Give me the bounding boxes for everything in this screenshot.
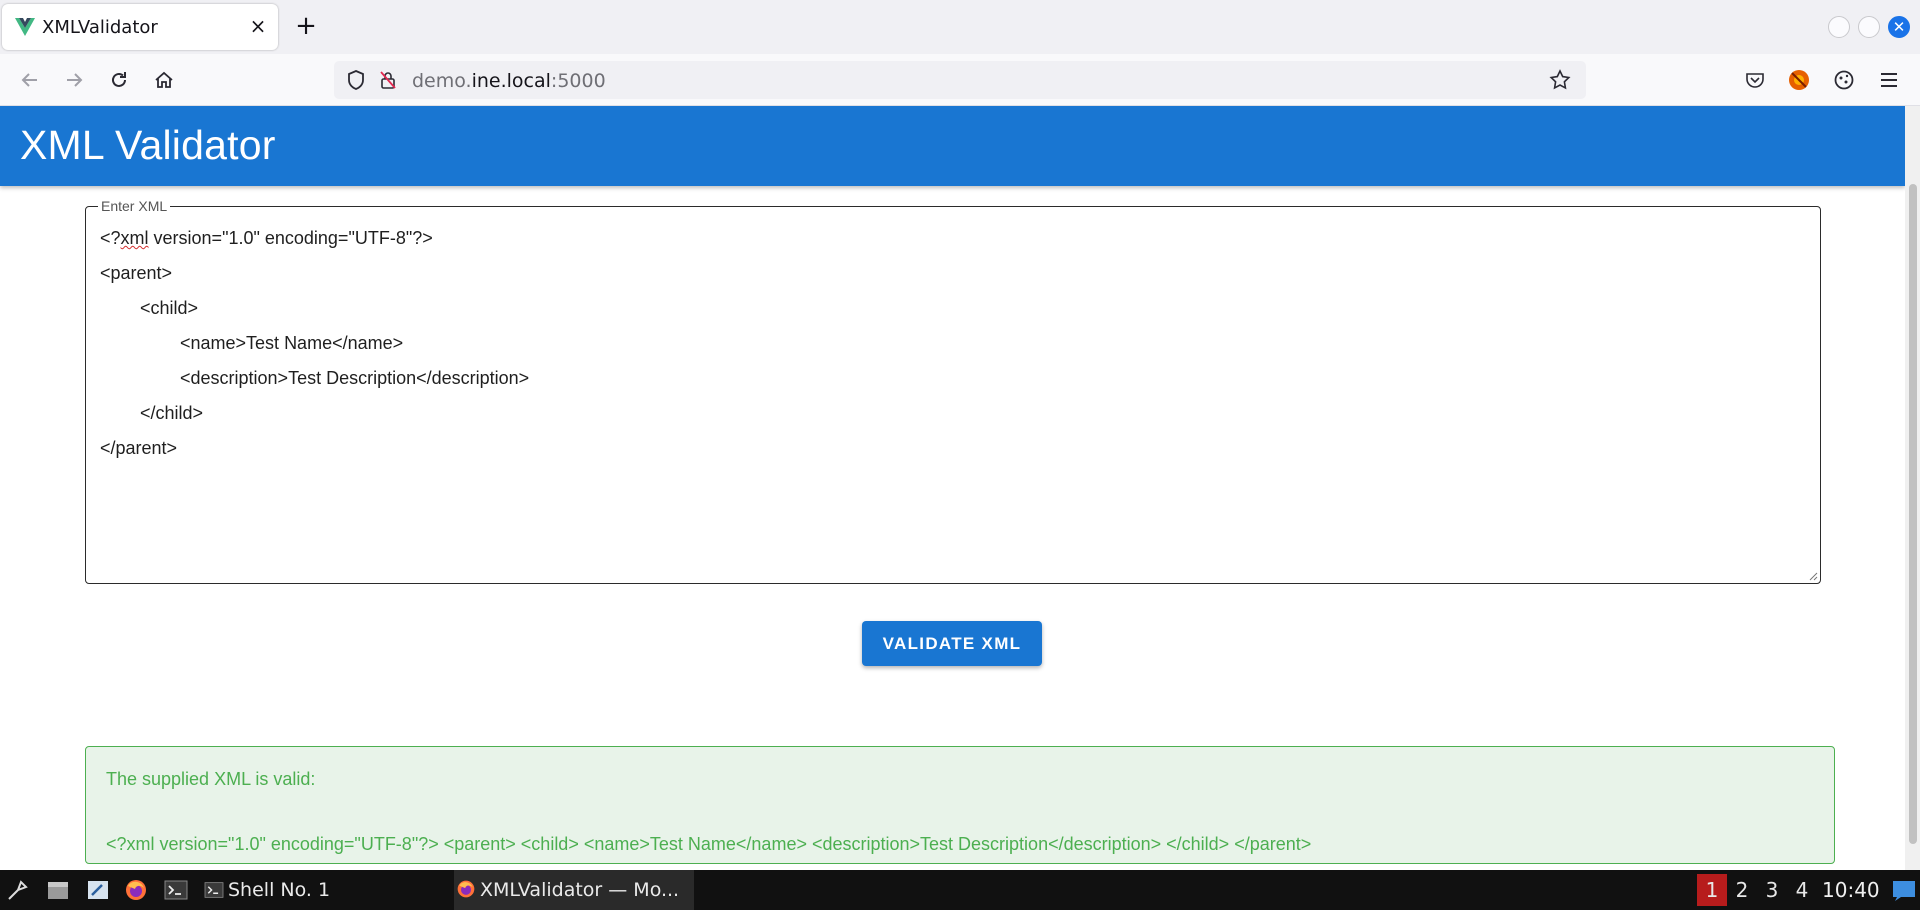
xml-line: </child> [100,396,529,431]
window-close-icon[interactable]: ✕ [1888,16,1910,38]
terminal-icon[interactable] [164,878,188,902]
xml-input-content[interactable]: <?xml version="1.0" encoding="UTF-8"?> <… [100,221,529,466]
url-text[interactable]: demo.ine.local:5000 [412,70,606,92]
workspace-3-button[interactable]: 3 [1757,874,1787,906]
validate-xml-button[interactable]: VALIDATE XML [862,621,1042,666]
page-viewport: XML Validator Enter XML <?xml version="1… [0,106,1920,870]
pocket-icon[interactable] [1741,66,1769,94]
spellcheck-word: xml [120,228,149,248]
vue-favicon [15,18,35,36]
app-menu-icon[interactable] [6,878,30,902]
xml-line: <parent> [100,256,529,291]
xml-line: </parent> [100,431,529,466]
file-manager-icon[interactable] [46,878,70,902]
workspace-1-button[interactable]: 1 [1697,874,1727,906]
xml-line-text: <name>Test Name</name> [180,333,404,353]
workspace-2-button[interactable]: 2 [1727,874,1757,906]
workspace-4-button[interactable]: 4 [1787,874,1817,906]
url-bar[interactable]: demo.ine.local:5000 [334,61,1586,99]
xml-line: <child> [100,291,529,326]
cookie-icon[interactable] [1830,66,1858,94]
tab-close-icon[interactable]: × [246,14,270,38]
extension-icon[interactable] [1785,66,1813,94]
home-icon[interactable] [150,66,178,94]
hamburger-menu-icon[interactable] [1875,66,1903,94]
xml-line-text: <child> [140,298,199,318]
reload-icon[interactable] [105,66,133,94]
page-title: XML Validator [20,122,276,168]
url-port: :5000 [550,70,606,92]
xml-line: <description>Test Description</descripti… [100,361,529,396]
task-label: XMLValidator — Mo... [480,879,680,901]
minimize-button[interactable] [1828,16,1850,38]
xml-input-label: Enter XML [98,198,171,214]
browser-tabstrip: XMLValidator × + ✕ [0,0,1920,54]
notification-icon[interactable] [1892,878,1916,902]
tab-title: XMLValidator [42,17,158,38]
validation-result-alert: The supplied XML is valid: <?xml version… [85,746,1835,864]
app-header: XML Validator [0,106,1905,186]
taskbar-clock: 10:40 [1822,878,1880,902]
insecure-lock-icon[interactable] [374,66,402,94]
screen: XMLValidator × + ✕ demo.ine.local:5000 X… [0,0,1920,910]
xml-line-text: <?xml version="1.0" encoding="UTF-8"?> [100,228,433,248]
page-scrollbar[interactable] [1905,106,1920,870]
url-host: ine.local [471,70,551,92]
url-host-prefix: demo. [412,70,472,92]
result-message: The supplied XML is valid: [106,769,316,789]
back-arrow-icon[interactable] [16,66,44,94]
xml-line-text: </parent> [100,438,178,458]
bookmark-star-icon[interactable] [1546,66,1574,94]
forward-arrow-icon[interactable] [60,66,88,94]
taskbar-task-browser[interactable]: XMLValidator — Mo... [454,870,694,910]
resize-grip-icon[interactable] [1808,571,1818,581]
scrollbar-thumb[interactable] [1909,184,1917,844]
maximize-button[interactable] [1858,16,1880,38]
terminal-icon [204,882,224,898]
xml-line: <name>Test Name</name> [100,326,529,361]
xml-line-text: <description>Test Description</descripti… [180,368,530,388]
result-xml-output: <?xml version="1.0" encoding="UTF-8"?> <… [106,834,1312,854]
browser-navbar: demo.ine.local:5000 [0,54,1920,106]
xml-line-text: <parent> [100,263,173,283]
taskbar-task-shell[interactable]: Shell No. 1 [204,870,444,910]
task-label: Shell No. 1 [228,879,331,901]
desktop-taskbar: Shell No. 1 XMLValidator — Mo... 1 2 3 4… [0,870,1920,910]
firefox-icon[interactable] [124,878,148,902]
new-tab-button[interactable]: + [292,12,320,40]
shield-icon[interactable] [342,66,370,94]
browser-tab[interactable]: XMLValidator × [2,4,278,50]
text-editor-icon[interactable] [86,878,110,902]
xml-input-textarea[interactable]: Enter XML <?xml version="1.0" encoding="… [85,198,1821,584]
xml-line-text: </child> [140,403,204,423]
firefox-icon [457,880,475,898]
xml-line: <?xml version="1.0" encoding="UTF-8"?> [100,221,529,256]
